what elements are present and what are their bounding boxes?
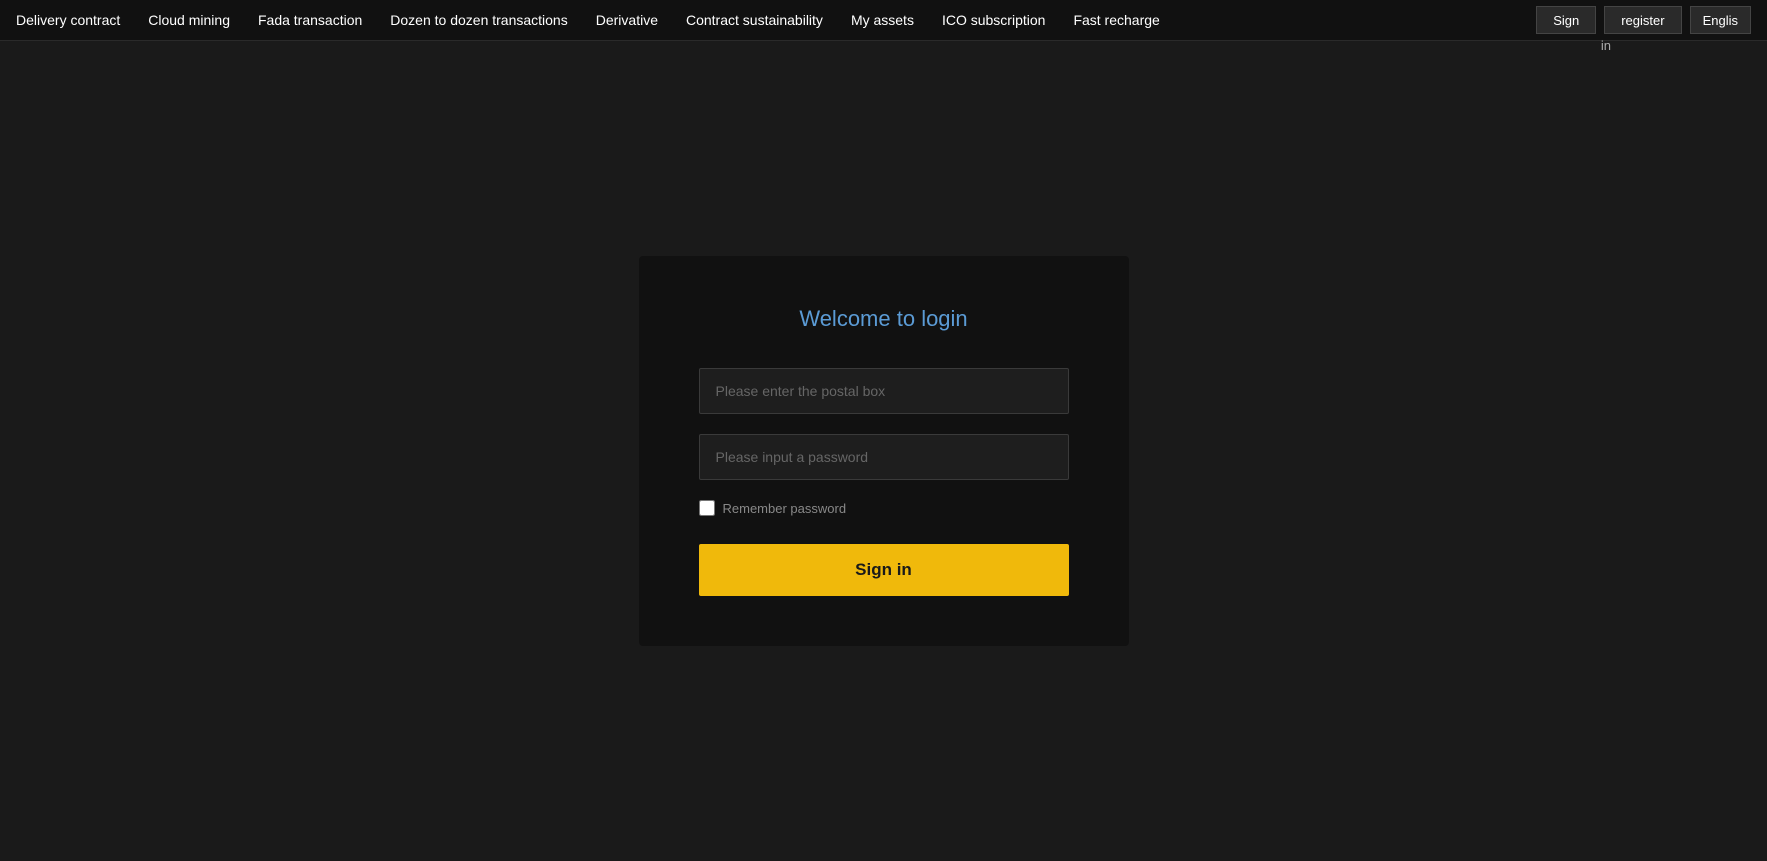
remember-group: Remember password <box>699 500 1069 516</box>
password-form-group <box>699 434 1069 480</box>
register-button[interactable]: register <box>1604 6 1681 34</box>
nav-delivery-contract[interactable]: Delivery contract <box>16 12 120 28</box>
email-input[interactable] <box>699 368 1069 414</box>
sign-in-button[interactable]: Sign in <box>699 544 1069 596</box>
signin-button[interactable]: Sign <box>1536 6 1596 34</box>
nav-actions: Sign register Englis in <box>1536 6 1751 34</box>
nav-cloud-mining[interactable]: Cloud mining <box>148 12 230 28</box>
main-content: Welcome to login Remember password Sign … <box>0 41 1767 861</box>
navbar: Delivery contract Cloud mining Fada tran… <box>0 0 1767 41</box>
login-title: Welcome to login <box>799 306 967 332</box>
password-input[interactable] <box>699 434 1069 480</box>
email-form-group <box>699 368 1069 414</box>
nav-contract-sustainability[interactable]: Contract sustainability <box>686 12 823 28</box>
nav-dozen-transactions[interactable]: Dozen to dozen transactions <box>390 12 567 28</box>
nav-fada-transaction[interactable]: Fada transaction <box>258 12 362 28</box>
remember-label[interactable]: Remember password <box>723 501 847 516</box>
signin-dropdown-text: in <box>1601 38 1611 53</box>
nav-my-assets[interactable]: My assets <box>851 12 914 28</box>
remember-checkbox[interactable] <box>699 500 715 516</box>
nav-links: Delivery contract Cloud mining Fada tran… <box>16 12 1536 28</box>
nav-ico-subscription[interactable]: ICO subscription <box>942 12 1045 28</box>
language-button[interactable]: Englis <box>1690 6 1751 34</box>
nav-fast-recharge[interactable]: Fast recharge <box>1073 12 1159 28</box>
nav-derivative[interactable]: Derivative <box>596 12 658 28</box>
login-card: Welcome to login Remember password Sign … <box>639 256 1129 646</box>
